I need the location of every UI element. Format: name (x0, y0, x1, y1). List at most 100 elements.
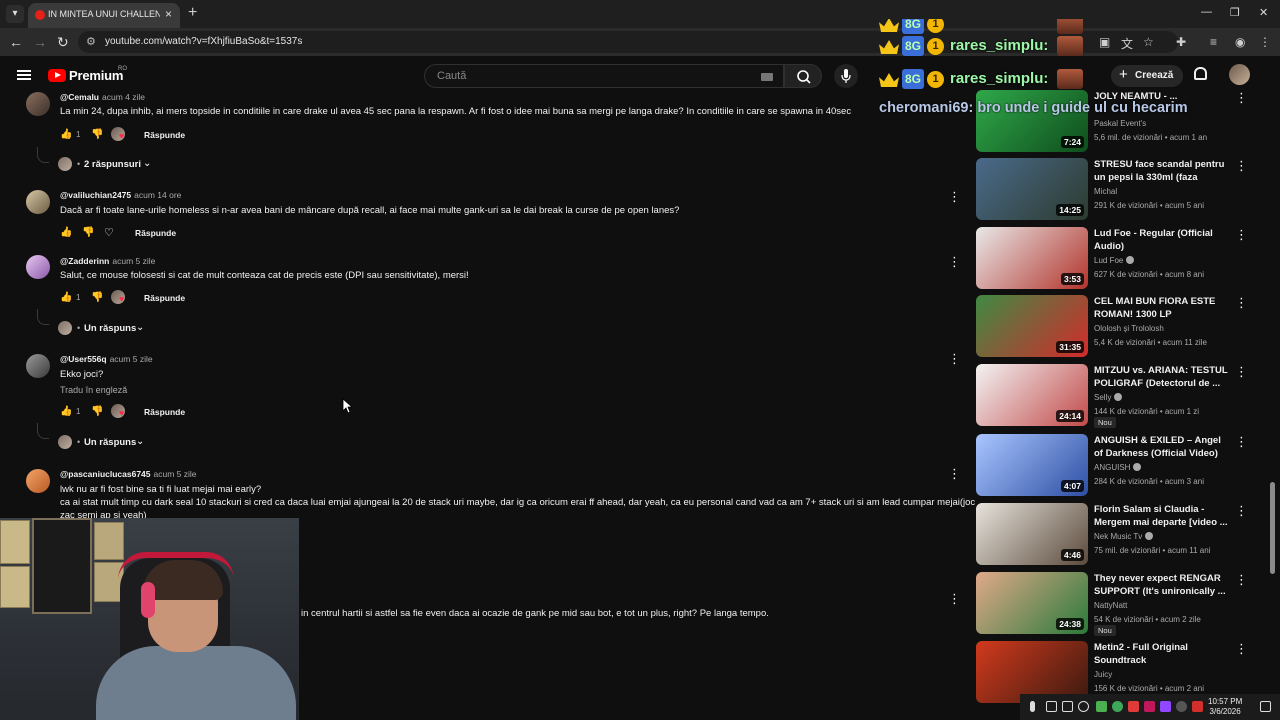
account-avatar[interactable] (1229, 64, 1250, 85)
commenter-avatar[interactable] (26, 469, 50, 493)
heart-icon[interactable]: ♡ (104, 226, 114, 239)
profile-icon[interactable]: ◉ (1235, 35, 1245, 49)
like-icon[interactable]: 👍 (60, 406, 72, 417)
notifications-bell-icon[interactable] (1194, 67, 1207, 80)
reload-icon[interactable]: ↻ (57, 34, 69, 51)
media-icon[interactable]: ≡ (1210, 35, 1217, 49)
close-tab-icon[interactable]: × (165, 7, 172, 21)
reply-button[interactable]: Răspunde (144, 407, 185, 417)
channel-name[interactable]: Lud Foe (1094, 256, 1135, 265)
back-icon[interactable]: ← (9, 34, 23, 50)
app-tray-icon[interactable] (1096, 701, 1107, 712)
recommended-video[interactable]: 3:53 Lud Foe - Regular (Official Audio) Lu… (976, 227, 1256, 289)
channel-name[interactable]: Nek Music Tv (1094, 532, 1154, 541)
channel-name[interactable]: Selly (1094, 393, 1123, 402)
comment-more-icon[interactable]: ⋮ (948, 592, 961, 605)
video-thumbnail[interactable]: 24:38 (976, 572, 1088, 634)
video-thumbnail[interactable]: 31:35 (976, 295, 1088, 357)
scrollbar-thumb[interactable] (1270, 482, 1275, 574)
reply-button[interactable]: Răspunde (144, 130, 185, 140)
commenter-avatar[interactable] (26, 354, 50, 378)
search-input[interactable]: Caută (424, 64, 784, 88)
app-tray-icon[interactable] (1176, 701, 1187, 712)
video-title[interactable]: CEL MAI BUN FIORA ESTE ROMAN! 1300 LP CH… (1094, 295, 1230, 321)
video-more-icon[interactable]: ⋮ (1235, 295, 1248, 311)
commenter-avatar[interactable] (26, 92, 50, 116)
commenter-avatar[interactable] (26, 255, 50, 279)
reply-button[interactable]: Răspunde (144, 293, 185, 303)
comment-author[interactable]: @pascaniuclucas6745 acum 5 zile (60, 469, 197, 479)
like-icon[interactable]: 👍 (60, 227, 72, 238)
channel-name[interactable]: Ololosh și Trololosh (1094, 324, 1164, 333)
video-more-icon[interactable]: ⋮ (1235, 434, 1248, 450)
channel-name[interactable]: Juicy (1094, 670, 1112, 679)
channel-name[interactable]: Paskal Event's (1094, 119, 1146, 128)
dislike-icon[interactable]: 👎 (82, 227, 94, 238)
video-thumbnail[interactable]: 4:07 (976, 434, 1088, 496)
minimize-icon[interactable]: — (1201, 6, 1212, 18)
site-info-icon[interactable]: ⚙ (86, 35, 96, 48)
twitch-icon[interactable] (1160, 701, 1171, 712)
menu-icon[interactable]: ⋮ (1259, 35, 1271, 49)
dislike-icon[interactable]: 👎 (91, 292, 103, 303)
restore-icon[interactable]: ❐ (1230, 6, 1240, 19)
video-title[interactable]: Metin2 - Full Original Soundtrack (1094, 641, 1230, 667)
video-title[interactable]: STRESU face scandal pentru un pepsi la 3… (1094, 158, 1230, 184)
youtube-logo-icon[interactable] (48, 69, 66, 82)
video-title[interactable]: Florin Salam si Claudia - Mergem mai dep… (1094, 503, 1230, 529)
browser-tab[interactable]: IN MINTEA UNUI CHALLENGER × (28, 3, 180, 28)
reply-button[interactable]: Răspunde (135, 228, 176, 238)
comment-more-icon[interactable]: ⋮ (948, 467, 961, 480)
volume-icon[interactable] (1078, 701, 1089, 712)
video-title[interactable]: MITZUU vs. ARIANA: TESTUL POLIGRAF (Dete… (1094, 364, 1230, 390)
app-tray-icon[interactable] (1192, 701, 1203, 712)
channel-name[interactable]: Michal (1094, 187, 1117, 196)
recommended-video[interactable]: 14:25 STRESU face scandal pentru un pepsi… (976, 158, 1256, 220)
comment-more-icon[interactable]: ⋮ (948, 352, 961, 365)
close-window-icon[interactable]: ✕ (1259, 6, 1268, 19)
video-title[interactable]: Lud Foe - Regular (Official Audio) (1094, 227, 1230, 253)
recommended-video[interactable]: 4:46 Florin Salam si Claudia - Mergem mai… (976, 503, 1256, 565)
forward-icon[interactable]: → (33, 34, 47, 50)
tab-search-button[interactable]: ▾ (6, 5, 24, 23)
recommended-video[interactable]: 31:35 CEL MAI BUN FIORA ESTE ROMAN! 1300 … (976, 295, 1256, 357)
video-more-icon[interactable]: ⋮ (1235, 641, 1248, 657)
recommended-video[interactable]: 4:07 ANGUISH & EXILED – Angel of Darkness… (976, 434, 1256, 496)
comment-author[interactable]: @valiluchian2475 acum 14 ore (60, 190, 181, 200)
create-button[interactable]: + Creează (1111, 65, 1183, 87)
extensions-icon[interactable]: ✚ (1176, 35, 1186, 49)
video-more-icon[interactable]: ⋮ (1235, 227, 1248, 243)
video-more-icon[interactable]: ⋮ (1235, 158, 1248, 174)
dislike-icon[interactable]: 👎 (91, 129, 103, 140)
channel-name[interactable]: NattyNatt (1094, 601, 1127, 610)
microphone-icon[interactable] (1030, 701, 1035, 712)
new-tab-button[interactable]: + (188, 4, 197, 22)
video-more-icon[interactable]: ⋮ (1235, 503, 1248, 519)
video-thumbnail[interactable]: 4:46 (976, 503, 1088, 565)
keyboard-icon[interactable] (761, 73, 773, 81)
clock[interactable]: 10:57 PM 3/6/2026 (1208, 697, 1242, 717)
video-more-icon[interactable]: ⋮ (1235, 572, 1248, 588)
video-more-icon[interactable]: ⋮ (1235, 364, 1248, 380)
comment-more-icon[interactable]: ⋮ (948, 190, 961, 203)
bookmark-star-icon[interactable]: ☆ (1143, 35, 1154, 49)
like-icon[interactable]: 👍 (60, 292, 72, 303)
display-icon[interactable] (1046, 701, 1057, 712)
recommended-video[interactable]: 24:38 They never expect RENGAR SUPPORT (I… (976, 572, 1256, 636)
recommended-video[interactable]: 24:14 MITZUU vs. ARIANA: TESTUL POLIGRAF … (976, 364, 1256, 428)
commenter-avatar[interactable] (26, 190, 50, 214)
comment-author[interactable]: @Cemalu acum 4 zile (60, 92, 145, 102)
youtube-brand[interactable]: Premium (69, 68, 123, 83)
network-icon[interactable] (1062, 701, 1073, 712)
app-tray-icon[interactable] (1128, 701, 1139, 712)
translate-link[interactable]: Tradu în engleză (60, 385, 127, 395)
comment-author[interactable]: @Zadderinn acum 5 zile (60, 256, 155, 266)
video-more-icon[interactable]: ⋮ (1235, 90, 1248, 106)
app-tray-icon[interactable] (1144, 701, 1155, 712)
video-title[interactable]: ANGUISH & EXILED – Angel of Darkness (Of… (1094, 434, 1230, 460)
comment-more-icon[interactable]: ⋮ (948, 255, 961, 268)
search-button[interactable] (784, 64, 822, 88)
video-thumbnail[interactable]: 14:25 (976, 158, 1088, 220)
translate-icon[interactable]: 文 (1121, 35, 1133, 52)
dislike-icon[interactable]: 👎 (91, 406, 103, 417)
